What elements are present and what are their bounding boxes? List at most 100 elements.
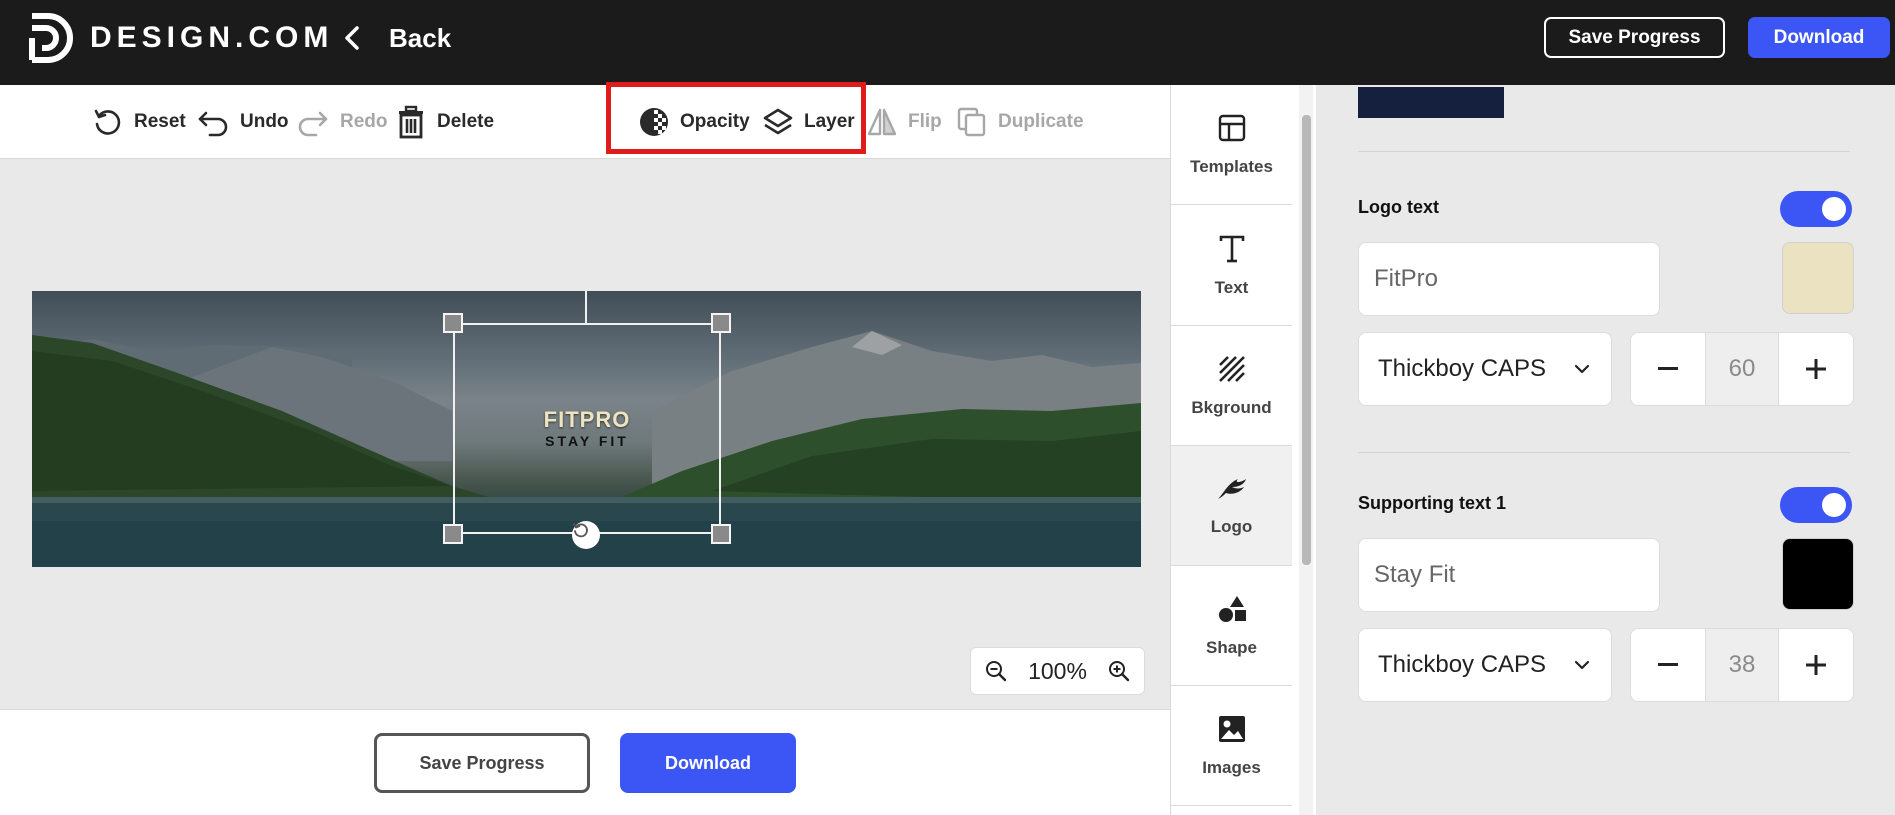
canvas-area: FITPRO STAY FIT 100% — [0, 159, 1170, 709]
reset-icon — [94, 109, 121, 135]
opacity-button[interactable]: Opacity — [638, 85, 750, 159]
canvas-logo-title[interactable]: FITPRO — [453, 407, 721, 433]
zoom-control: 100% — [970, 647, 1145, 695]
delete-button[interactable]: Delete — [395, 85, 494, 159]
sidebar-item-templates[interactable]: Templates — [1171, 85, 1292, 205]
shape-icon — [1218, 595, 1246, 622]
supporting-text-1-size-increase[interactable] — [1779, 629, 1853, 701]
duplicate-label: Duplicate — [998, 111, 1084, 132]
panel-divider — [1358, 151, 1850, 152]
templates-icon — [1218, 114, 1245, 141]
chevron-left-icon[interactable] — [342, 24, 362, 52]
sidebar-label-text: Text — [1214, 277, 1249, 297]
zoom-level: 100% — [1028, 657, 1087, 684]
redo-label: Redo — [340, 111, 388, 132]
logo-text-size-decrease[interactable] — [1631, 333, 1705, 405]
resize-handle-bottom-right[interactable] — [711, 524, 731, 544]
selection-guide-line — [585, 291, 587, 323]
rotate-icon — [573, 523, 588, 538]
supporting-text-1-input[interactable] — [1358, 538, 1660, 612]
supporting-text-1-size-stepper: 38 — [1630, 628, 1854, 702]
logo-text-color-swatch[interactable] — [1782, 242, 1854, 314]
bottom-download-button[interactable]: Download — [620, 733, 796, 793]
sidebar-item-images[interactable]: Images — [1171, 686, 1292, 806]
supporting-text-1-font-value: Thickboy CAPS — [1378, 651, 1547, 678]
chevron-down-icon — [1574, 364, 1590, 374]
reset-button[interactable]: Reset — [92, 85, 186, 159]
undo-label: Undo — [240, 111, 289, 132]
supporting-text-1-size-value[interactable]: 38 — [1705, 629, 1779, 701]
flip-label: Flip — [908, 111, 942, 132]
minus-icon — [1658, 367, 1679, 370]
flip-icon — [867, 108, 897, 136]
opacity-icon — [640, 108, 668, 136]
edit-toolbar: Reset Undo Redo Delete Opacity Layer Fli… — [0, 85, 1170, 159]
rotate-handle[interactable] — [572, 521, 600, 549]
flip-button[interactable]: Flip — [866, 85, 942, 159]
logo-text-font-value: Thickboy CAPS — [1378, 355, 1547, 382]
plus-icon — [1805, 359, 1826, 379]
opacity-label: Opacity — [680, 111, 750, 132]
resize-handle-top-right[interactable] — [711, 313, 731, 333]
undo-button[interactable]: Undo — [196, 85, 289, 159]
logo-icon — [1217, 478, 1246, 499]
sidebar-label-logo: Logo — [1210, 516, 1253, 536]
minus-icon — [1658, 663, 1679, 666]
bottom-action-bar: Save Progress Download — [0, 709, 1170, 815]
sidebar-item-shape[interactable]: Shape — [1171, 566, 1292, 686]
chevron-down-icon — [1574, 660, 1590, 670]
properties-panel: Logo text Thickboy CAPS 60 Supporting te… — [1316, 85, 1895, 815]
logo-text-size-increase[interactable] — [1779, 333, 1853, 405]
layers-icon — [763, 108, 793, 135]
zoom-in-icon[interactable] — [1108, 660, 1130, 682]
logo-text-size-value[interactable]: 60 — [1705, 333, 1779, 405]
delete-label: Delete — [437, 111, 495, 132]
supporting-text-1-font-select[interactable]: Thickboy CAPS — [1358, 628, 1612, 702]
plus-icon — [1805, 655, 1826, 675]
sidebar-item-text[interactable]: Text — [1171, 206, 1292, 326]
trash-icon — [399, 105, 423, 139]
banner-canvas[interactable]: FITPRO STAY FIT — [32, 291, 1141, 567]
logo-text-size-stepper: 60 — [1630, 332, 1854, 406]
bottom-save-progress-button[interactable]: Save Progress — [374, 733, 590, 793]
brand-name: DESIGN.COM — [90, 21, 334, 54]
supporting-text-1-toggle[interactable] — [1780, 487, 1852, 523]
redo-icon — [298, 111, 328, 137]
layer-button[interactable]: Layer — [762, 85, 855, 159]
color-swatch-navy[interactable] — [1358, 87, 1504, 118]
duplicate-button[interactable]: Duplicate — [956, 85, 1084, 159]
logo-text-input[interactable] — [1358, 242, 1660, 316]
tool-sidebar: Templates Text Bkground Logo Shape Image… — [1170, 85, 1316, 815]
resize-handle-top-left[interactable] — [443, 313, 463, 333]
redo-button[interactable]: Redo — [296, 85, 388, 159]
background-icon — [1218, 355, 1245, 382]
resize-handle-bottom-left[interactable] — [443, 524, 463, 544]
logo-text-label: Logo text — [1358, 197, 1439, 217]
zoom-out-icon[interactable] — [985, 660, 1007, 682]
panel-divider — [1358, 452, 1850, 453]
logo-text-toggle[interactable] — [1780, 191, 1852, 227]
layer-label: Layer — [804, 111, 855, 132]
undo-icon — [198, 111, 228, 137]
sidebar-label-background: Bkground — [1191, 397, 1272, 417]
sidebar-label-shape: Shape — [1205, 637, 1258, 657]
reset-label: Reset — [134, 111, 186, 132]
header-download-button[interactable]: Download — [1748, 17, 1890, 58]
sidebar-label-images: Images — [1202, 757, 1261, 777]
sidebar-label-templates: Templates — [1190, 156, 1273, 176]
logo-text-font-select[interactable]: Thickboy CAPS — [1358, 332, 1612, 406]
design-com-logo-icon[interactable] — [28, 12, 74, 64]
app-header: DESIGN.COM Back Save Progress Download — [0, 0, 1895, 85]
sidebar-item-background[interactable]: Bkground — [1171, 326, 1292, 446]
supporting-text-1-color-swatch[interactable] — [1782, 538, 1854, 610]
canvas-logo-subtitle[interactable]: STAY FIT — [453, 433, 721, 449]
sidebar-scroll-thumb[interactable] — [1302, 115, 1311, 565]
images-icon — [1218, 715, 1245, 742]
header-save-progress-button[interactable]: Save Progress — [1544, 17, 1725, 58]
text-icon — [1219, 235, 1244, 262]
supporting-text-1-size-decrease[interactable] — [1631, 629, 1705, 701]
back-link[interactable]: Back — [389, 21, 451, 55]
sidebar-item-logo[interactable]: Logo — [1171, 446, 1292, 566]
duplicate-icon — [957, 107, 986, 137]
supporting-text-1-label: Supporting text 1 — [1358, 493, 1506, 513]
